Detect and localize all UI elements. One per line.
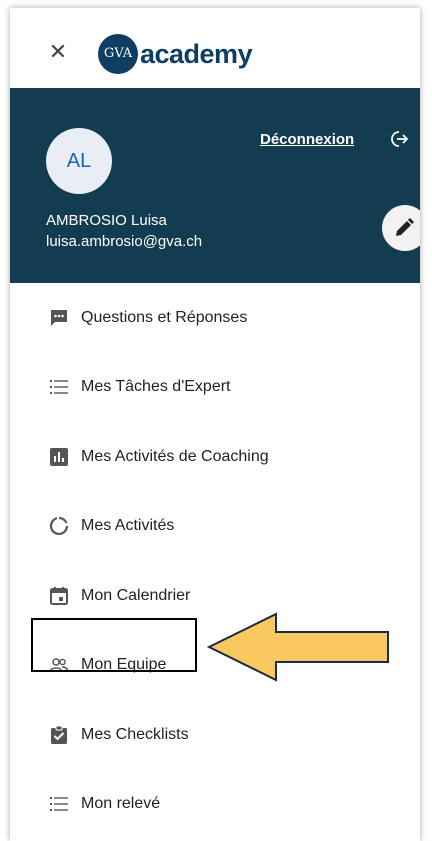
user-email: luisa.ambrosio@gva.ch	[46, 233, 203, 250]
pencil-icon	[396, 218, 414, 236]
menu-item-label: Mes Tâches d'Expert	[81, 378, 231, 396]
edit-profile-button[interactable]	[382, 205, 420, 251]
progress-ring-icon	[49, 517, 69, 536]
logo: GVA academy	[98, 34, 253, 74]
list-icon	[50, 380, 68, 395]
chat-bubble-icon	[51, 309, 67, 326]
menu-item-label: Mes Activités de Coaching	[81, 447, 269, 465]
menu-item-checklists[interactable]: Mes Checklists	[10, 700, 420, 770]
menu-item-label: Mon Equipe	[81, 656, 167, 674]
menu-item-releve[interactable]: Mon relevé	[10, 770, 420, 840]
menu-item-taches-expert[interactable]: Mes Tâches d'Expert	[10, 353, 420, 423]
menu-item-activites-coaching[interactable]: Mes Activités de Coaching	[10, 422, 420, 492]
calendar-icon	[50, 586, 68, 605]
logo-badge: GVA	[98, 34, 138, 74]
drawer-topbar: ✕ GVA academy	[10, 8, 420, 88]
user-name: AMBROSIO Luisa	[46, 212, 167, 229]
bar-chart-icon	[50, 447, 68, 466]
navigation-drawer: ✕ GVA academy AL Déconnexion AMBROSIO Lu…	[10, 8, 420, 841]
avatar: AL	[46, 128, 112, 194]
menu-item-label: Mon relevé	[81, 795, 161, 813]
team-icon	[49, 658, 69, 672]
drawer-menu: Questions et Réponses Mes Tâches d'Exper…	[10, 283, 420, 839]
clipboard-check-icon	[51, 725, 67, 744]
list-icon	[50, 797, 68, 812]
menu-item-label: Mes Activités	[81, 517, 175, 535]
menu-item-questions-reponses[interactable]: Questions et Réponses	[10, 283, 420, 353]
menu-item-label: Mon Calendrier	[81, 586, 191, 604]
menu-item-activites[interactable]: Mes Activités	[10, 492, 420, 562]
menu-item-label: Mes Checklists	[81, 725, 189, 743]
logout-link[interactable]: Déconnexion	[260, 131, 354, 151]
close-icon[interactable]: ✕	[48, 42, 68, 64]
logo-text: academy	[140, 38, 253, 69]
logout-icon[interactable]	[389, 128, 409, 150]
pointer-arrow-icon	[206, 612, 389, 682]
menu-item-label: Questions et Réponses	[81, 308, 248, 326]
user-header: AL Déconnexion AMBROSIO Luisa luisa.ambr…	[10, 88, 420, 283]
